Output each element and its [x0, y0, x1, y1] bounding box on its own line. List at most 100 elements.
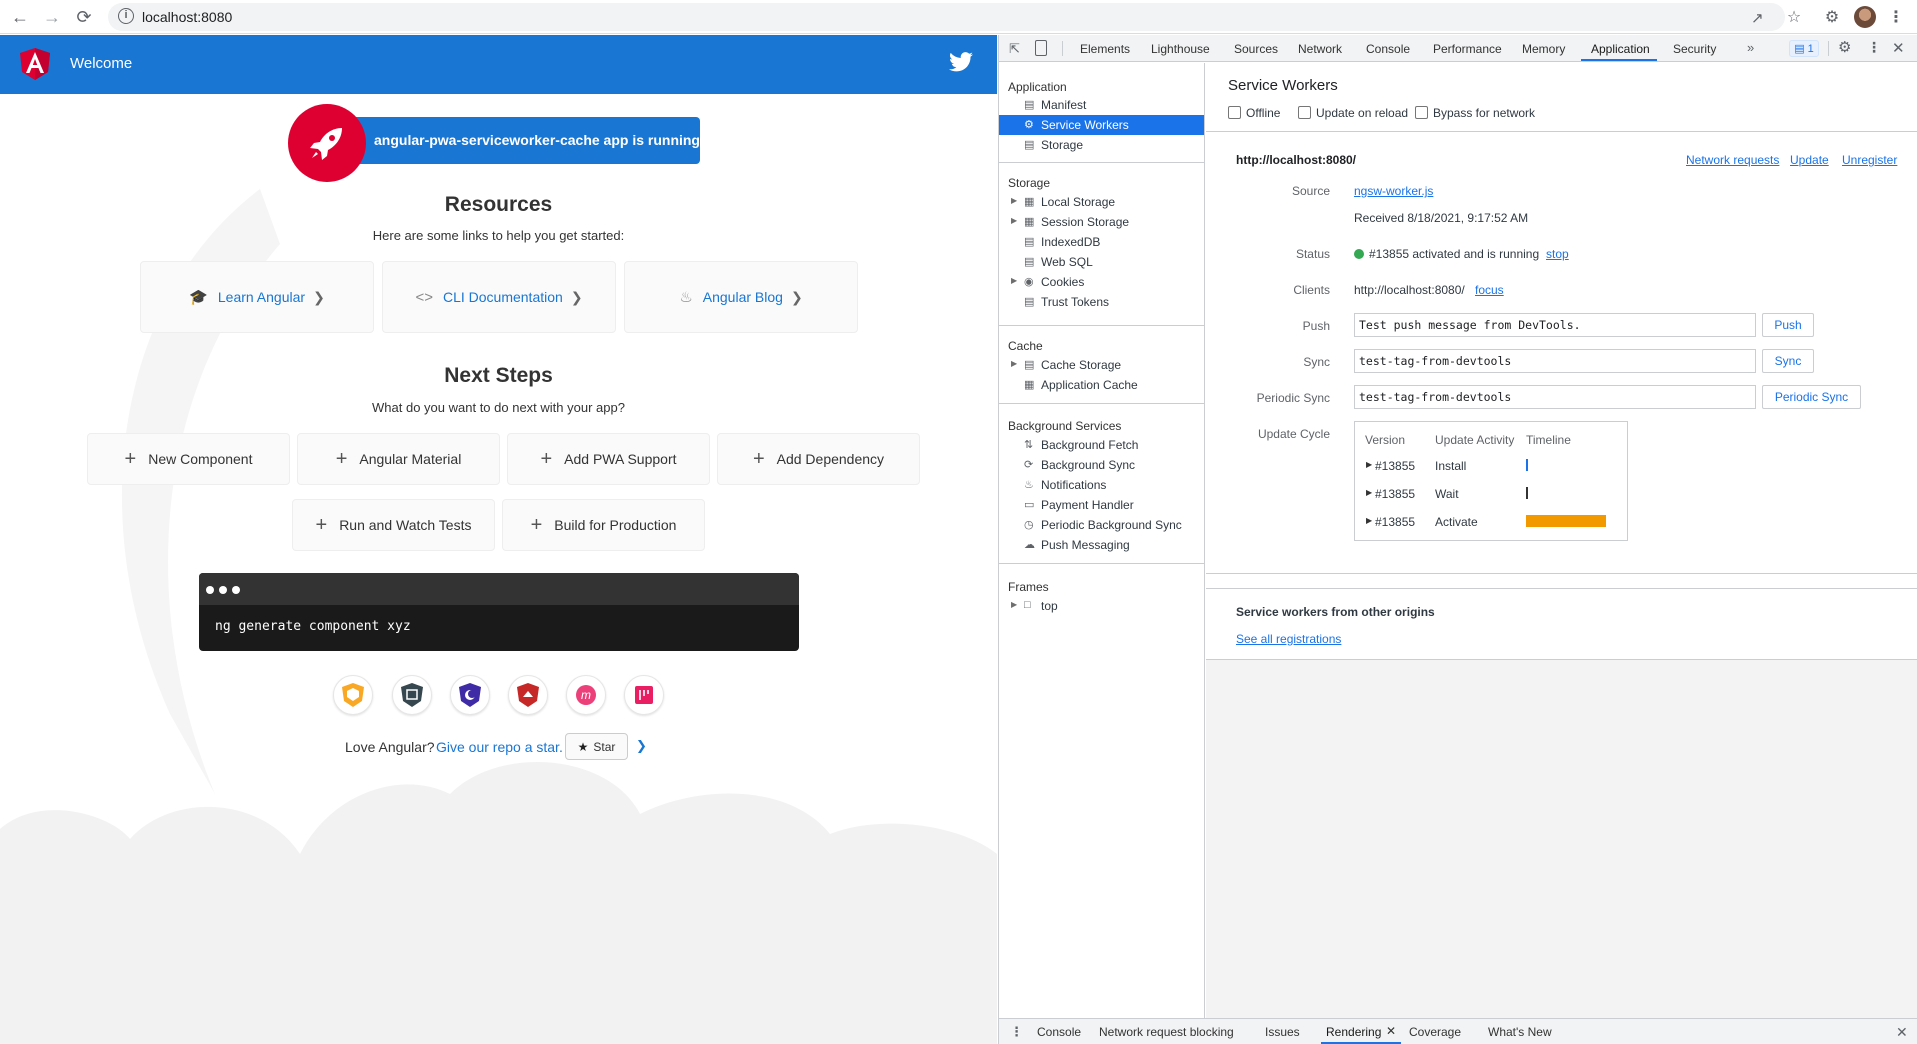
add-pwa-support-card[interactable]: + Add PWA Support — [507, 433, 710, 485]
drawer-tab-whats-new[interactable]: What's New — [1488, 1025, 1552, 1039]
sidebar-item-trust-tokens[interactable]: ▤ Trust Tokens — [999, 292, 1204, 312]
sidebar-item-service-workers[interactable]: ⚙ Service Workers — [999, 115, 1204, 135]
angular-material-card[interactable]: + Angular Material — [297, 433, 500, 485]
twitter-icon[interactable] — [949, 52, 973, 72]
expand-arrow-icon[interactable]: ▶ — [1366, 516, 1372, 525]
site-info-icon[interactable]: i — [118, 8, 134, 24]
inspect-element-icon[interactable]: ⇱ — [1009, 41, 1020, 57]
expand-arrow-icon[interactable]: ▶ — [1366, 460, 1372, 469]
repo-star-link[interactable]: Give our repo a star. — [436, 739, 563, 755]
browser-menu-icon[interactable]: ⋮ — [1884, 5, 1908, 29]
update-link[interactable]: Update — [1790, 153, 1829, 167]
network-requests-link[interactable]: Network requests — [1686, 153, 1779, 167]
github-star-button[interactable]: ★ Star — [565, 733, 628, 760]
expand-arrow-icon[interactable]: ▶ — [1011, 196, 1017, 205]
close-tab-icon[interactable]: ✕ — [1386, 1024, 1396, 1038]
sidebar-item-periodic-background-sync[interactable]: ◷ Periodic Background Sync — [999, 515, 1204, 535]
expand-arrow-icon[interactable]: ▶ — [1011, 600, 1017, 609]
address-bar[interactable]: i localhost:8080 ↗ — [108, 3, 1785, 31]
stop-link[interactable]: stop — [1546, 247, 1569, 261]
drawer-tab-rendering[interactable]: Rendering — [1326, 1025, 1381, 1039]
offline-checkbox[interactable] — [1228, 106, 1241, 119]
tab-network[interactable]: Network — [1298, 42, 1342, 56]
sidebar-item-background-sync[interactable]: ⟳ Background Sync — [999, 455, 1204, 475]
update-on-reload-checkbox[interactable] — [1298, 106, 1311, 119]
tab-memory[interactable]: Memory — [1522, 42, 1565, 56]
drawer-tab-console[interactable]: Console — [1037, 1025, 1081, 1039]
build-production-card[interactable]: + Build for Production — [502, 499, 705, 551]
table-row[interactable]: ▶ #13855 Activate — [1355, 512, 1625, 534]
sync-tag-input[interactable]: test-tag-from-devtools — [1354, 349, 1756, 373]
sync-button[interactable]: Sync — [1762, 349, 1814, 373]
push-button[interactable]: Push — [1762, 313, 1814, 337]
sidebar-item-application-cache[interactable]: ▦ Application Cache — [999, 375, 1204, 395]
unregister-link[interactable]: Unregister — [1842, 153, 1897, 167]
sidebar-item-session-storage[interactable]: ▶ ▦ Session Storage — [999, 212, 1204, 232]
open-external-icon[interactable]: ↗ — [1751, 9, 1764, 27]
close-drawer-icon[interactable]: ✕ — [1896, 1024, 1908, 1041]
drawer-menu-icon[interactable]: ⋮ — [1010, 1024, 1023, 1040]
table-row[interactable]: ▶ #13855 Wait — [1355, 484, 1625, 506]
device-toolbar-icon[interactable] — [1035, 40, 1047, 56]
tab-sources[interactable]: Sources — [1234, 42, 1278, 56]
sidebar-item-web-sql[interactable]: ▤ Web SQL — [999, 252, 1204, 272]
drawer-tab-coverage[interactable]: Coverage — [1409, 1025, 1461, 1039]
new-component-card[interactable]: + New Component — [87, 433, 290, 485]
angular-blog-card[interactable]: ♨ Angular Blog ❯ — [624, 261, 858, 333]
sidebar-item-push-messaging[interactable]: ☁ Push Messaging — [999, 535, 1204, 555]
drawer-tab-issues[interactable]: Issues — [1265, 1025, 1300, 1039]
cli-documentation-card[interactable]: <> CLI Documentation ❯ — [382, 261, 616, 333]
bypass-for-network-checkbox[interactable] — [1415, 106, 1428, 119]
bookmark-star-icon[interactable]: ☆ — [1782, 5, 1806, 29]
ngrx-link[interactable]: m — [566, 675, 606, 715]
learn-angular-card[interactable]: 🎓 Learn Angular ❯ — [140, 261, 374, 333]
profile-avatar[interactable] — [1854, 6, 1876, 28]
settings-gear-icon[interactable]: ⚙ — [1838, 38, 1851, 56]
sidebar-item-cookies[interactable]: ▶ ◉ Cookies — [999, 272, 1204, 292]
chevron-right-icon[interactable]: ❯ — [636, 738, 647, 754]
address-bar-url[interactable]: localhost:8080 — [142, 9, 232, 25]
expand-arrow-icon[interactable]: ▶ — [1011, 216, 1017, 225]
material-link[interactable] — [508, 675, 548, 715]
universal-link[interactable] — [450, 675, 490, 715]
extensions-puzzle-icon[interactable]: ⚙ — [1820, 5, 1844, 29]
tab-application[interactable]: Application — [1591, 42, 1650, 56]
sidebar-item-background-fetch[interactable]: ⇅ Background Fetch — [999, 435, 1204, 455]
drawer-tab-network-request-blocking[interactable]: Network request blocking — [1099, 1025, 1234, 1039]
forward-icon[interactable]: → — [40, 5, 64, 29]
run-watch-tests-card[interactable]: + Run and Watch Tests — [292, 499, 495, 551]
sidebar-item-manifest[interactable]: ▤ Manifest — [999, 95, 1204, 115]
sidebar-item-cache-storage[interactable]: ▶ ▤ Cache Storage — [999, 355, 1204, 375]
tab-console[interactable]: Console — [1366, 42, 1410, 56]
expand-arrow-icon[interactable]: ▶ — [1011, 276, 1017, 285]
back-icon[interactable]: ← — [8, 5, 32, 29]
sidebar-item-local-storage[interactable]: ▶ ▦ Local Storage — [999, 192, 1204, 212]
cli-link[interactable] — [392, 675, 432, 715]
periodic-sync-tag-input[interactable]: test-tag-from-devtools — [1354, 385, 1756, 409]
add-dependency-card[interactable]: + Add Dependency — [717, 433, 920, 485]
animations-link[interactable] — [333, 675, 373, 715]
expand-arrow-icon[interactable]: ▶ — [1366, 488, 1372, 497]
reload-icon[interactable]: ⟳ — [72, 5, 96, 29]
close-devtools-icon[interactable]: ✕ — [1892, 39, 1905, 57]
table-row[interactable]: ▶ #13855 Install — [1355, 456, 1625, 478]
issues-badge[interactable]: ▤ 1 — [1789, 40, 1819, 57]
focus-link[interactable]: focus — [1475, 283, 1504, 297]
tab-lighthouse[interactable]: Lighthouse — [1151, 42, 1210, 56]
see-all-registrations-link[interactable]: See all registrations — [1236, 632, 1341, 646]
expand-arrow-icon[interactable]: ▶ — [1011, 359, 1017, 368]
devtools-menu-icon[interactable]: ⋮ — [1867, 39, 1881, 56]
tab-security[interactable]: Security — [1673, 42, 1716, 56]
sidebar-item-frame-top[interactable]: ▶ □ top — [999, 596, 1204, 616]
sidebar-item-payment-handler[interactable]: ▭ Payment Handler — [999, 495, 1204, 515]
protractor-link[interactable] — [624, 675, 664, 715]
tab-elements[interactable]: Elements — [1080, 42, 1130, 56]
source-file-link[interactable]: ngsw-worker.js — [1354, 184, 1433, 198]
push-message-input[interactable]: Test push message from DevTools. — [1354, 313, 1756, 337]
more-tabs-icon[interactable]: » — [1747, 40, 1754, 55]
sidebar-item-notifications[interactable]: ♨ Notifications — [999, 475, 1204, 495]
periodic-sync-button[interactable]: Periodic Sync — [1762, 385, 1861, 409]
tab-performance[interactable]: Performance — [1433, 42, 1502, 56]
sidebar-item-indexeddb[interactable]: ▤ IndexedDB — [999, 232, 1204, 252]
sidebar-item-storage[interactable]: ▤ Storage — [999, 135, 1204, 155]
